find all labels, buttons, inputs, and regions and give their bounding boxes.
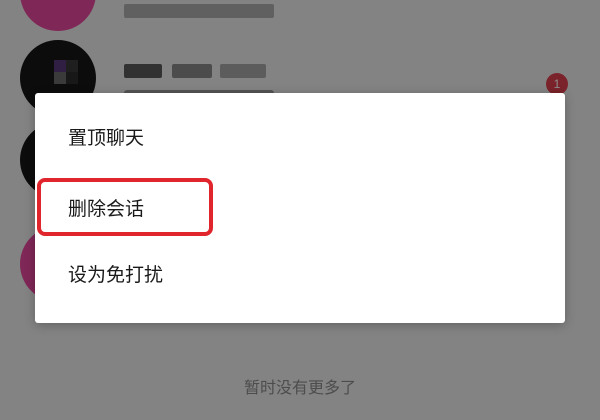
menu-item-mute-notifications[interactable]: 设为免打扰 xyxy=(35,244,565,306)
menu-item-pin-chat[interactable]: 置顶聊天 xyxy=(35,107,565,169)
highlight-annotation-box xyxy=(37,178,213,236)
